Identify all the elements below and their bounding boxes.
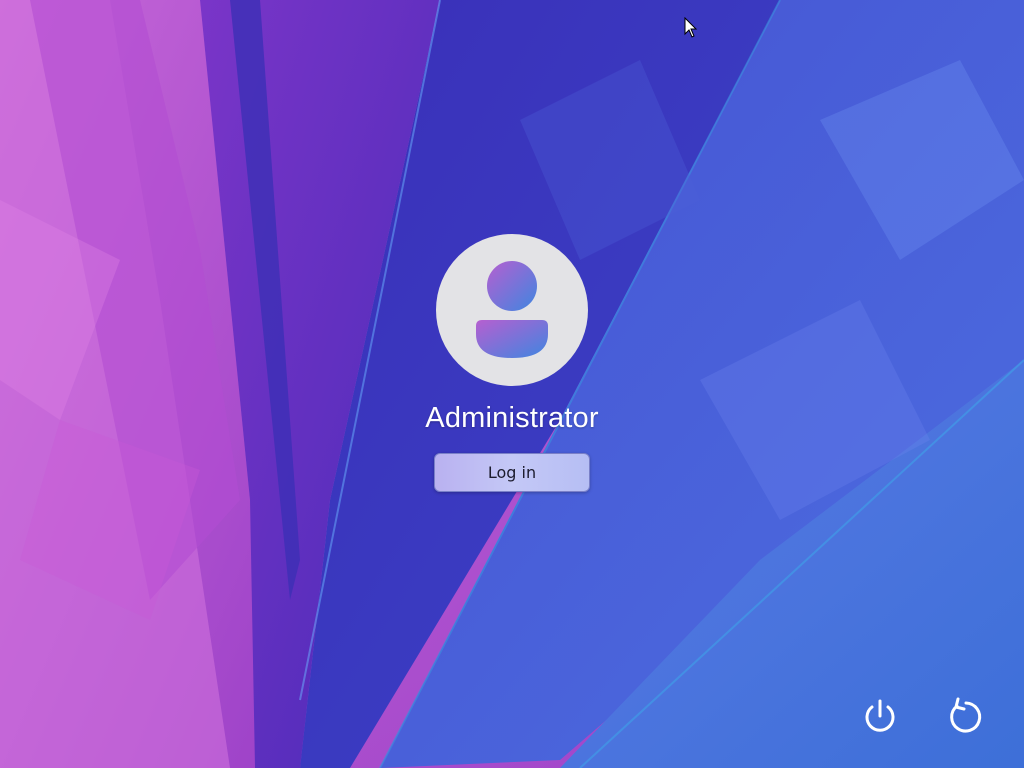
mouse-cursor-icon [684,16,698,44]
power-controls [858,694,986,738]
login-button[interactable]: Log in [434,453,590,492]
power-icon [865,699,895,732]
login-screen: Administrator Log in [0,0,1024,768]
user-icon [476,261,548,358]
username-label: Administrator [425,402,599,434]
restart-button[interactable] [942,694,986,738]
user-avatar [436,234,588,386]
restart-icon [950,697,982,733]
shutdown-button[interactable] [858,694,902,738]
login-panel: Administrator Log in [0,234,1024,492]
